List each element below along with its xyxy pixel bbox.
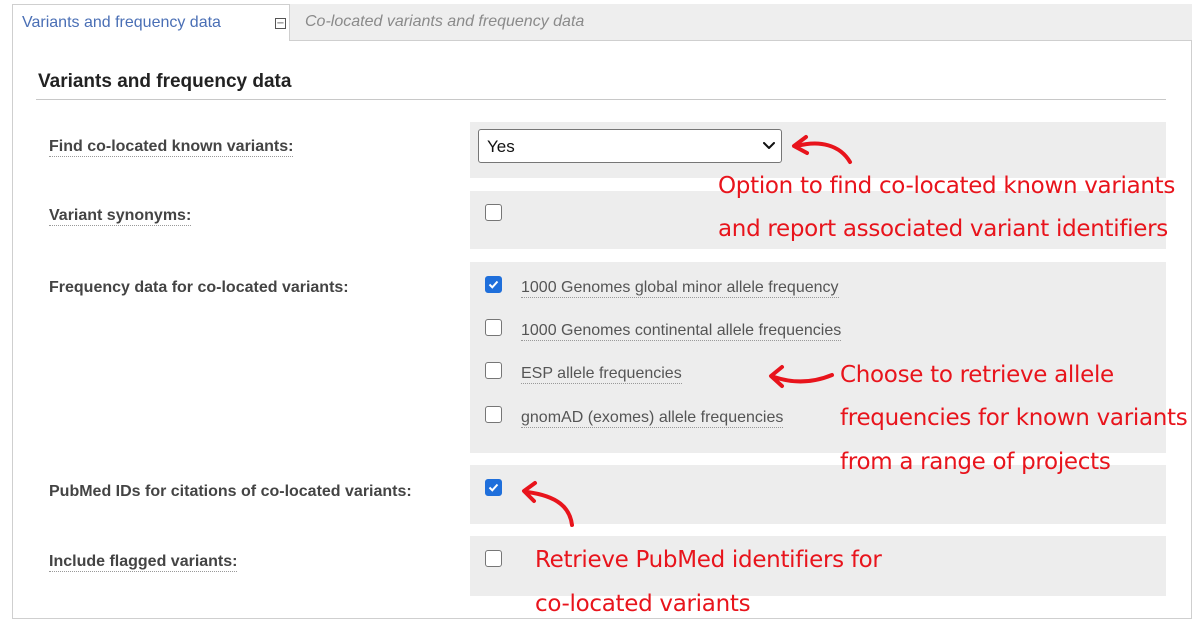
curved-arrow-icon (522, 135, 852, 527)
